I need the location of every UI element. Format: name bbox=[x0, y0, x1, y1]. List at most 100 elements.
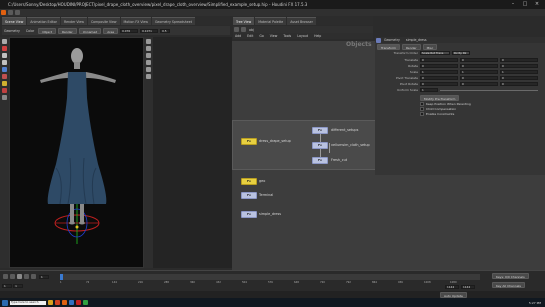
brush-tool-icon[interactable] bbox=[2, 81, 7, 86]
menu-edit[interactable]: Edit bbox=[245, 33, 255, 39]
auto-update-menu[interactable]: Auto Update bbox=[440, 291, 467, 298]
timeline-track[interactable] bbox=[60, 274, 480, 280]
menu-add[interactable]: Add bbox=[233, 33, 243, 39]
scale-x[interactable]: 1 bbox=[420, 70, 458, 74]
tab-material-palette[interactable]: Material Palette bbox=[255, 16, 287, 25]
wireframe-icon[interactable] bbox=[146, 67, 151, 72]
value-field-3[interactable]: 0.5 bbox=[160, 28, 171, 33]
normals-icon[interactable] bbox=[146, 60, 151, 65]
app-icon[interactable] bbox=[69, 300, 74, 305]
tab-transform[interactable]: Transform bbox=[377, 44, 400, 50]
tab-render[interactable]: Render bbox=[401, 44, 421, 50]
translate-y[interactable]: 0 bbox=[460, 58, 498, 62]
tab-render-view[interactable]: Render View bbox=[61, 16, 87, 25]
tab-animation-editor[interactable]: Animation Editor bbox=[27, 16, 60, 25]
3d-viewport[interactable] bbox=[9, 37, 144, 268]
value-field-2[interactable]: 0.1071 bbox=[140, 28, 159, 33]
play-icon[interactable] bbox=[17, 274, 22, 279]
object-mode-button[interactable]: Object bbox=[38, 27, 57, 34]
tab-composite-view[interactable]: Composite View bbox=[87, 16, 120, 25]
translate-z[interactable]: 0 bbox=[500, 58, 538, 62]
keep-position-checkbox[interactable] bbox=[420, 102, 424, 106]
minimize-icon[interactable]: – bbox=[507, 0, 519, 9]
start-frame-field[interactable]: 1 bbox=[2, 284, 12, 288]
tab-tree-view[interactable]: Tree View bbox=[233, 16, 255, 25]
shading-label[interactable]: Color bbox=[24, 27, 36, 35]
handle-tool-icon[interactable] bbox=[2, 67, 7, 72]
browser-icon[interactable] bbox=[55, 300, 60, 305]
menu-help[interactable]: Help bbox=[312, 33, 323, 39]
pivot-rotate-x[interactable]: 0 bbox=[420, 82, 458, 86]
scale-tool-icon[interactable] bbox=[2, 60, 7, 65]
node-vellumsim[interactable]: Fx bbox=[312, 142, 328, 149]
close-icon[interactable]: × bbox=[531, 0, 543, 9]
value-field-1[interactable]: 0.076 bbox=[120, 28, 139, 33]
rotate-order-menu[interactable]: Rx Ry Rz bbox=[452, 51, 470, 55]
menu-layout[interactable]: Layout bbox=[295, 33, 310, 39]
render-mode-button[interactable]: Render bbox=[58, 27, 77, 34]
tab-asset-browser[interactable]: Asset Browser bbox=[287, 16, 316, 25]
node-dress-drape-setup[interactable]: Fx bbox=[241, 138, 257, 145]
first-frame-icon[interactable] bbox=[3, 274, 8, 279]
tab-misc[interactable]: Misc bbox=[422, 44, 438, 50]
menu-tools[interactable]: Tools bbox=[281, 33, 293, 39]
tab-scene-view[interactable]: Scene View bbox=[2, 16, 27, 25]
param-node-name[interactable]: simple_dress bbox=[404, 37, 429, 43]
key-all-button[interactable]: Key All Channels bbox=[492, 282, 525, 288]
node-fresh-cut[interactable]: Fx bbox=[312, 157, 328, 164]
pivot-translate-y[interactable]: 0 bbox=[460, 76, 498, 80]
file-icon[interactable] bbox=[8, 10, 13, 15]
node-different-setups[interactable]: Fx bbox=[312, 127, 328, 134]
menu-view[interactable]: View bbox=[268, 33, 280, 39]
playhead[interactable] bbox=[60, 274, 63, 280]
display-options-icon[interactable] bbox=[146, 39, 151, 44]
uniform-scale-field[interactable]: 1 bbox=[420, 88, 438, 92]
tab-motion-fx-view[interactable]: Motion FX View bbox=[120, 16, 151, 25]
search-input[interactable]: Type here to search bbox=[9, 299, 47, 306]
pose-tool-icon[interactable] bbox=[2, 74, 7, 79]
prev-key-icon[interactable] bbox=[10, 274, 15, 279]
select-tool-icon[interactable] bbox=[2, 39, 7, 44]
pivot-translate-x[interactable]: 0 bbox=[420, 76, 458, 80]
last-frame-icon[interactable] bbox=[31, 274, 36, 279]
pivot-translate-z[interactable]: 0 bbox=[500, 76, 538, 80]
keys-menu[interactable]: Keys: 0/0 Channels bbox=[492, 273, 529, 279]
next-key-icon[interactable] bbox=[24, 274, 29, 279]
context-label[interactable]: Geometry bbox=[2, 27, 22, 35]
rotate-y[interactable]: 0 bbox=[460, 64, 498, 68]
pivot-rotate-y[interactable]: 0 bbox=[460, 82, 498, 86]
snap-tool-icon[interactable] bbox=[2, 95, 7, 100]
node-simple-dress[interactable]: Fx bbox=[241, 211, 257, 218]
camera-menu[interactable]: Unnamed bbox=[78, 27, 102, 34]
translate-x[interactable]: 0 bbox=[420, 58, 458, 62]
node-terminal[interactable]: Fx bbox=[241, 192, 257, 199]
start-icon[interactable] bbox=[2, 299, 8, 306]
forward-icon[interactable] bbox=[241, 27, 246, 32]
child-compensation-checkbox[interactable] bbox=[420, 107, 424, 111]
app-icon[interactable] bbox=[83, 300, 88, 305]
uniform-scale-slider[interactable] bbox=[440, 90, 538, 91]
back-icon[interactable] bbox=[234, 27, 239, 32]
transform-order-menu[interactable]: Scale Rot Trans bbox=[420, 51, 450, 55]
explorer-icon[interactable] bbox=[48, 300, 53, 305]
menu-go[interactable]: Go bbox=[257, 33, 265, 39]
tab-geometry-spreadsheet[interactable]: Geometry Spreadsheet bbox=[151, 16, 195, 25]
ghost-icon[interactable] bbox=[146, 46, 151, 51]
lights-menu[interactable]: Area bbox=[103, 27, 119, 34]
current-frame-field[interactable]: 1 bbox=[39, 274, 49, 279]
rotate-tool-icon[interactable] bbox=[2, 53, 7, 58]
maximize-icon[interactable]: □ bbox=[519, 0, 531, 9]
shaded-icon[interactable] bbox=[146, 74, 151, 79]
app-icon[interactable] bbox=[76, 300, 81, 305]
move-tool-icon[interactable] bbox=[2, 46, 7, 51]
modify-pre-transform-button[interactable]: Modify Pre-Transform bbox=[420, 95, 460, 101]
rotate-x[interactable]: 0 bbox=[420, 64, 458, 68]
enable-constraints-checkbox[interactable] bbox=[420, 112, 424, 116]
points-icon[interactable] bbox=[146, 53, 151, 58]
view-tool-icon[interactable] bbox=[2, 88, 7, 93]
scale-z[interactable]: 1 bbox=[500, 70, 538, 74]
end-frame-field[interactable]: 1144 bbox=[461, 285, 475, 289]
range-end-field[interactable]: 1144 bbox=[445, 285, 459, 289]
rotate-z[interactable]: 0 bbox=[500, 64, 538, 68]
pivot-rotate-z[interactable]: 0 bbox=[500, 82, 538, 86]
